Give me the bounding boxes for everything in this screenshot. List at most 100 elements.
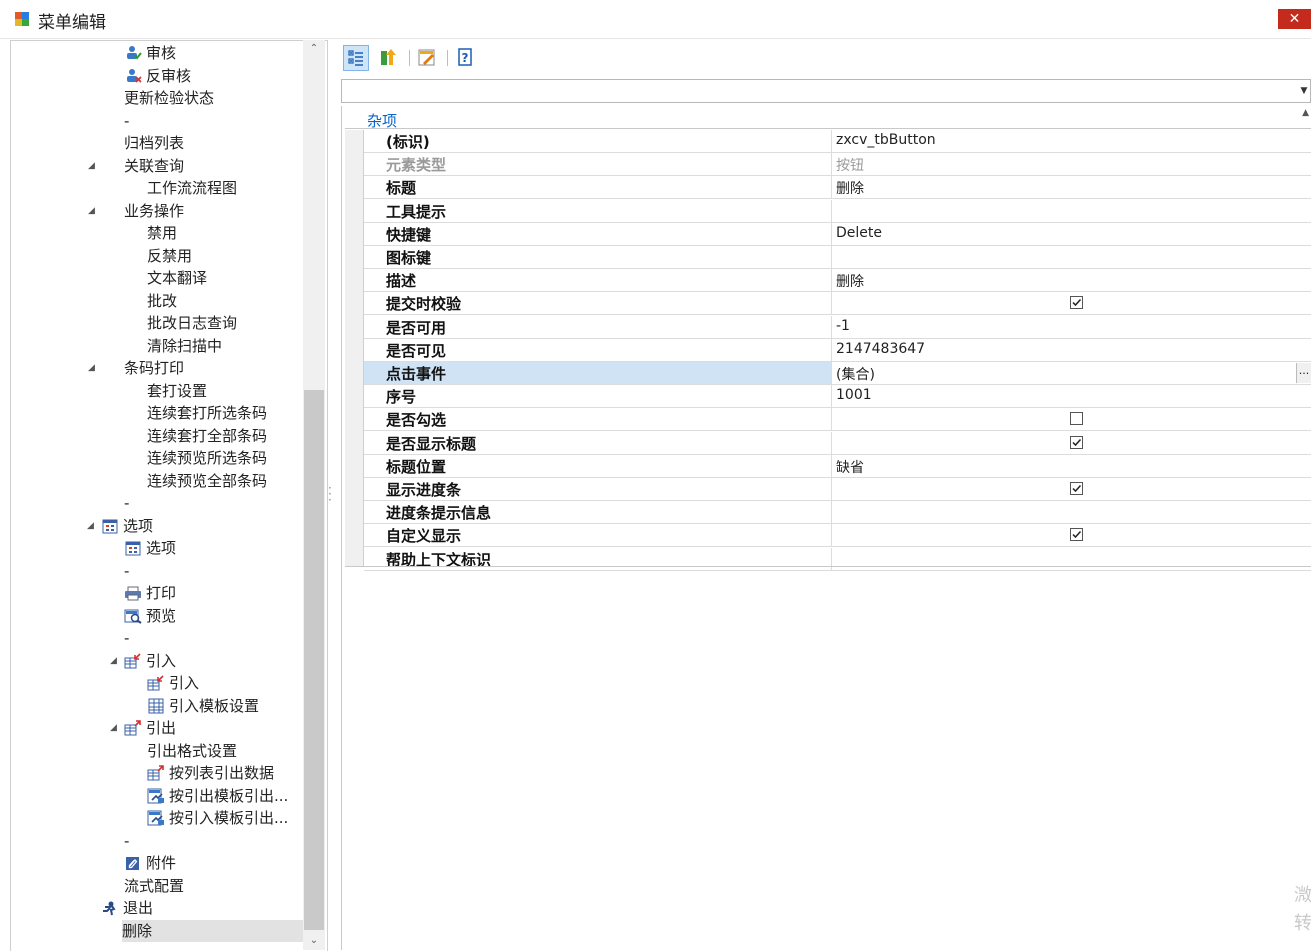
property-row[interactable]: 工具提示 bbox=[364, 199, 1311, 223]
property-row[interactable]: 是否勾选 bbox=[364, 408, 1311, 432]
tree-scrollbar[interactable]: ⌃ ⌄ bbox=[303, 40, 325, 950]
scroll-up-icon[interactable]: ⌃ bbox=[303, 40, 325, 58]
property-row[interactable]: 提交时校验 bbox=[364, 292, 1311, 316]
property-row[interactable]: 是否可见 2147483647 bbox=[364, 338, 1311, 362]
property-value[interactable]: -1 bbox=[836, 318, 850, 334]
property-value[interactable]: 缺省 bbox=[836, 457, 864, 477]
tree-item[interactable]: 清除扫描中 bbox=[147, 335, 222, 357]
alphabetical-button[interactable] bbox=[377, 45, 403, 71]
tree-item[interactable]: 打印 bbox=[124, 582, 176, 604]
property-checkbox[interactable] bbox=[1070, 528, 1083, 542]
tree-item[interactable]: 按引入模板引出... bbox=[147, 807, 288, 829]
tree-item[interactable]: 套打设置 bbox=[147, 380, 207, 402]
tree-item[interactable]: 禁用 bbox=[147, 222, 177, 244]
scrollbar-thumb[interactable] bbox=[304, 390, 324, 930]
property-row[interactable]: 进度条提示信息 bbox=[364, 501, 1311, 525]
property-row[interactable]: 序号 1001 bbox=[364, 385, 1311, 409]
tree-item[interactable]: - bbox=[124, 110, 129, 132]
object-selector[interactable]: ▼ bbox=[341, 79, 1311, 103]
property-row[interactable]: 是否显示标题 bbox=[364, 431, 1311, 455]
tree-item[interactable]: 审核 bbox=[124, 42, 176, 64]
tree-item[interactable]: 连续套打所选条码 bbox=[147, 402, 267, 424]
property-row[interactable]: 是否可用 -1 bbox=[364, 315, 1311, 339]
tree-item[interactable]: 附件 bbox=[124, 852, 176, 874]
property-row[interactable]: 标题 删除 bbox=[364, 176, 1311, 200]
property-row[interactable]: 快捷键 Delete bbox=[364, 222, 1311, 246]
category-header[interactable]: 杂项 ▲ bbox=[345, 108, 1311, 130]
tree-item[interactable]: 引入模板设置 bbox=[147, 695, 259, 717]
expand-toggle-icon[interactable]: ◢ bbox=[110, 717, 122, 739]
property-checkbox[interactable] bbox=[1070, 296, 1083, 310]
menu-tree[interactable]: 审核 反审核 更新检验状态 - 归档列表 ◢ 关联查询 工作流流程图 ◢ 业务操作 禁用 反禁用 文本翻… bbox=[10, 40, 328, 951]
expand-toggle-icon[interactable]: ◢ bbox=[88, 357, 100, 379]
property-row[interactable]: 图标键 bbox=[364, 246, 1311, 269]
property-value[interactable]: 按钮 bbox=[836, 155, 864, 175]
property-row[interactable]: 标题位置 缺省 bbox=[364, 454, 1311, 478]
help-button[interactable]: ? bbox=[453, 45, 479, 71]
tree-item-label: 预览 bbox=[146, 606, 177, 625]
tree-item[interactable]: 文本翻译 bbox=[147, 267, 207, 289]
tree-item[interactable]: ◢ 业务操作 bbox=[88, 200, 184, 222]
property-row[interactable]: 自定义显示 bbox=[364, 524, 1311, 548]
chevron-down-icon[interactable]: ▼ bbox=[1298, 80, 1310, 102]
categorized-button[interactable] bbox=[343, 45, 369, 71]
property-row[interactable]: 显示进度条 bbox=[364, 478, 1311, 501]
expand-toggle-icon[interactable]: ◢ bbox=[88, 200, 100, 222]
property-value[interactable]: (集合) bbox=[836, 364, 875, 384]
tree-item[interactable]: 删除 bbox=[122, 919, 304, 942]
tree-item[interactable]: - bbox=[124, 560, 129, 582]
tree-item[interactable]: 更新检验状态 bbox=[124, 87, 214, 109]
expand-toggle-icon[interactable]: ◢ bbox=[110, 650, 122, 672]
export-icon bbox=[147, 765, 165, 781]
expand-toggle-icon[interactable]: ◢ bbox=[88, 155, 100, 177]
property-pages-button[interactable] bbox=[415, 45, 441, 71]
help-icon: ? bbox=[458, 48, 472, 66]
tree-item[interactable]: ◢ 引入 bbox=[110, 650, 176, 672]
property-row[interactable]: 帮助上下文标识 bbox=[364, 547, 1311, 571]
tree-item[interactable]: 流式配置 bbox=[124, 875, 184, 897]
tree-item[interactable]: 预览 bbox=[124, 605, 176, 627]
tree-item[interactable]: ◢ 条码打印 bbox=[88, 357, 184, 379]
close-button[interactable]: ✕ bbox=[1278, 9, 1311, 29]
property-value[interactable]: zxcv_tbButton bbox=[836, 132, 936, 148]
tree-item[interactable]: 归档列表 bbox=[124, 132, 184, 154]
tree-item[interactable]: 连续套打全部条码 bbox=[147, 425, 267, 447]
tree-item[interactable]: ◢ 关联查询 bbox=[88, 155, 184, 177]
property-value[interactable]: Delete bbox=[836, 225, 882, 241]
property-checkbox[interactable] bbox=[1070, 435, 1083, 449]
tree-item[interactable]: 批改日志查询 bbox=[147, 312, 237, 334]
tree-item[interactable]: 连续预览所选条码 bbox=[147, 447, 267, 469]
property-value[interactable]: 删除 bbox=[836, 271, 864, 291]
tree-item[interactable]: 工作流流程图 bbox=[147, 177, 237, 199]
tree-item[interactable]: ◢ 引出 bbox=[110, 717, 176, 739]
scroll-down-icon[interactable]: ⌄ bbox=[303, 932, 325, 950]
tree-item[interactable]: 引入 bbox=[147, 672, 199, 694]
property-value[interactable]: 删除 bbox=[836, 178, 864, 198]
property-row[interactable]: 点击事件 (集合)... bbox=[364, 362, 1311, 385]
tree-item[interactable]: 连续预览全部条码 bbox=[147, 470, 267, 492]
tree-item[interactable]: - bbox=[124, 492, 129, 514]
tree-item[interactable]: 反禁用 bbox=[147, 245, 192, 267]
property-row[interactable]: 描述 删除 bbox=[364, 269, 1311, 293]
tree-item[interactable]: 按列表引出数据 bbox=[147, 762, 274, 784]
property-row[interactable]: 元素类型 按钮 bbox=[364, 153, 1311, 177]
scroll-up-icon[interactable]: ▲ bbox=[1302, 108, 1309, 118]
tree-item[interactable]: 退出 bbox=[101, 897, 153, 919]
expand-toggle-icon[interactable]: ◢ bbox=[87, 515, 99, 537]
tree-item[interactable]: 引出格式设置 bbox=[147, 740, 237, 762]
property-checkbox[interactable] bbox=[1070, 482, 1083, 495]
property-value[interactable]: 1001 bbox=[836, 387, 872, 403]
splitter-grip[interactable]: · · · bbox=[328, 482, 336, 506]
tree-item[interactable]: - bbox=[124, 627, 129, 649]
tree-item[interactable]: 反审核 bbox=[124, 65, 191, 87]
tree-item[interactable]: ◢ 选项 bbox=[87, 515, 153, 537]
tree-item[interactable]: 批改 bbox=[147, 290, 177, 312]
tree-item[interactable]: 选项 bbox=[124, 537, 176, 559]
property-row[interactable]: (标识) zxcv_tbButton bbox=[364, 130, 1311, 153]
tree-item-label: 更新检验状态 bbox=[124, 89, 215, 107]
ellipsis-button[interactable]: ... bbox=[1296, 363, 1311, 383]
tree-item[interactable]: - bbox=[124, 830, 129, 852]
tree-item[interactable]: 按引出模板引出... bbox=[147, 785, 288, 807]
property-value[interactable]: 2147483647 bbox=[836, 341, 925, 357]
property-checkbox[interactable] bbox=[1070, 412, 1083, 426]
